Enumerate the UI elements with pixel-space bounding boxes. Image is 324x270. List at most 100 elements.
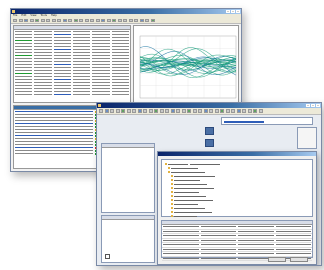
toolbar-button[interactable] — [159, 109, 164, 113]
toolbar-button[interactable] — [137, 109, 142, 113]
table-row[interactable] — [14, 93, 130, 96]
toolbar-button[interactable] — [13, 18, 17, 23]
toolbar-button[interactable] — [99, 109, 103, 113]
toolbar-button[interactable] — [165, 109, 169, 113]
table-cell — [163, 239, 199, 241]
tree-item-label — [174, 183, 207, 185]
toolbar-button[interactable] — [203, 109, 208, 113]
toolbar-button[interactable] — [176, 109, 180, 113]
toolbar-button[interactable] — [126, 109, 131, 113]
toolbar-button[interactable] — [139, 18, 144, 23]
toolbar-button[interactable] — [46, 18, 50, 23]
close-icon[interactable] — [316, 104, 320, 107]
list-item[interactable] — [14, 152, 102, 155]
toolbar-button[interactable] — [154, 109, 158, 113]
table-cell — [15, 90, 33, 92]
toolbar-button[interactable] — [220, 109, 224, 113]
toolbar-button[interactable] — [112, 18, 116, 23]
toolbar-button[interactable] — [236, 109, 241, 113]
toolbar-button[interactable] — [192, 109, 197, 113]
table-cell — [92, 33, 110, 35]
toolbar-button[interactable] — [253, 109, 257, 113]
toolbar-button[interactable] — [132, 109, 136, 113]
right-panel — [297, 127, 317, 149]
toolbar-button[interactable] — [128, 18, 133, 23]
table-cell — [275, 248, 311, 250]
toolbar-button[interactable] — [258, 109, 263, 113]
toolbar-button[interactable] — [242, 109, 246, 113]
menu-item-help[interactable]: Help — [51, 14, 57, 18]
toolbar-button[interactable] — [110, 109, 114, 113]
config-title-bar[interactable] — [97, 103, 321, 108]
table-cell — [163, 248, 199, 250]
toolbar-button[interactable] — [73, 18, 78, 23]
toolbar-button[interactable] — [247, 109, 252, 113]
table-cell — [163, 257, 199, 259]
close-icon[interactable] — [236, 10, 240, 13]
menu-item-tools[interactable]: Tools — [41, 14, 47, 18]
toolbar-button[interactable] — [143, 109, 147, 113]
database-icon[interactable] — [205, 139, 214, 147]
toolbar-button[interactable] — [24, 18, 28, 23]
menu-item-edit[interactable]: Edit — [21, 14, 26, 18]
folder-icon[interactable] — [205, 127, 214, 135]
folder-icon — [171, 211, 173, 213]
toolbar-button[interactable] — [198, 109, 202, 113]
toolbar-button[interactable] — [214, 109, 219, 113]
path-field[interactable] — [221, 117, 313, 125]
maximize-icon[interactable] — [231, 10, 235, 13]
tree-item-label — [174, 207, 205, 209]
toolbar-button[interactable] — [51, 18, 56, 23]
toolbar-button[interactable] — [84, 18, 89, 23]
table-cell — [111, 42, 129, 44]
table-cell — [92, 75, 110, 77]
toolbar-button[interactable] — [62, 18, 67, 23]
toolbar-button[interactable] — [148, 109, 153, 113]
toolbar-button[interactable] — [104, 109, 109, 113]
toolbar-button[interactable] — [40, 18, 45, 23]
toolbar-button[interactable] — [35, 18, 39, 23]
table-cell — [163, 244, 199, 245]
toolbar-button[interactable] — [68, 18, 72, 23]
table-cell — [53, 84, 71, 86]
table-cell — [34, 75, 52, 77]
config-window — [96, 102, 322, 266]
table-cell — [275, 230, 311, 232]
toolbar-button[interactable] — [231, 109, 235, 113]
toolbar-button[interactable] — [121, 109, 125, 113]
toolbar-button[interactable] — [181, 109, 186, 113]
toolbar-button[interactable] — [29, 18, 34, 23]
analyzer-title-bar[interactable] — [11, 9, 241, 14]
toolbar-button[interactable] — [115, 109, 120, 113]
toolbar-button[interactable] — [18, 18, 23, 23]
option-checkbox[interactable] — [105, 254, 110, 259]
toolbar-button[interactable] — [150, 18, 155, 23]
toolbar-button[interactable] — [225, 109, 230, 113]
toolbar-button[interactable] — [101, 18, 105, 23]
toolbar-button[interactable] — [123, 18, 127, 23]
toolbar-button[interactable] — [209, 109, 213, 113]
toolbar-button[interactable] — [170, 109, 175, 113]
toolbar-button[interactable] — [106, 18, 111, 23]
cancel-button[interactable] — [290, 257, 308, 262]
toolbar-button[interactable] — [79, 18, 83, 23]
toolbar-button[interactable] — [187, 109, 191, 113]
table-cell — [72, 45, 91, 47]
table-cell — [111, 81, 129, 83]
toolbar-button[interactable] — [134, 18, 138, 23]
minimize-icon[interactable] — [226, 10, 230, 13]
tree-item[interactable] — [165, 214, 309, 218]
minimize-icon[interactable] — [306, 104, 310, 107]
menu-item-file[interactable]: File — [13, 14, 17, 18]
dialog-title-bar[interactable] — [158, 152, 316, 156]
menu-item-view[interactable]: View — [30, 14, 36, 18]
maximize-icon[interactable] — [311, 104, 315, 107]
ok-button[interactable] — [268, 257, 286, 262]
toolbar-button[interactable] — [117, 18, 122, 23]
toolbar-button[interactable] — [145, 18, 149, 23]
table-cell — [53, 51, 71, 53]
table-cell — [275, 253, 311, 254]
toolbar-button[interactable] — [90, 18, 94, 23]
toolbar-button[interactable] — [57, 18, 61, 23]
toolbar-button[interactable] — [95, 18, 100, 23]
